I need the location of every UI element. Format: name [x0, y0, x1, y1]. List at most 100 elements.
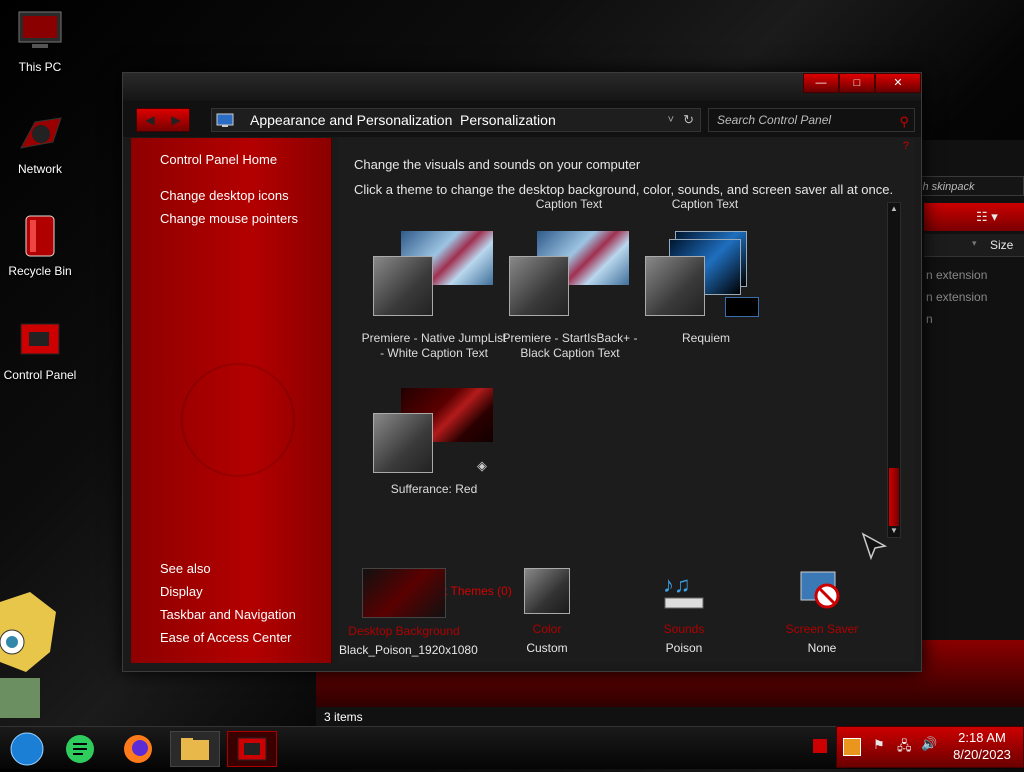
theme-sufferance-red[interactable]: ◈ Sufferance: Red [359, 388, 509, 518]
clock[interactable]: 2:18 AM 8/20/2023 [942, 729, 1022, 763]
sounds-link[interactable]: ♪♫ Sounds Poison [619, 568, 749, 655]
svg-text:♪♫: ♪♫ [663, 572, 691, 597]
sidebar: Control Panel Home Change desktop icons … [131, 138, 332, 663]
sidebar-link-taskbar[interactable]: Taskbar and Navigation [160, 607, 296, 622]
background-row[interactable]: n [926, 312, 933, 326]
breadcrumb-personalization[interactable]: Personalization [460, 109, 556, 131]
see-also-heading: See also [160, 561, 211, 576]
content-pane: ? Change the visuals and sounds on your … [339, 138, 915, 663]
desktop-background-thumb [362, 568, 446, 618]
network-icon[interactable]: 🖧 [897, 737, 912, 759]
theme-label-cut: Caption Text [535, 199, 603, 211]
breadcrumb-appearance[interactable]: Appearance and Personalization [250, 109, 452, 131]
caption-buttons: — □ ✕ [803, 73, 921, 93]
theme-premiere-startisback[interactable]: Premiere - StartIsBack+ - Black Caption … [495, 231, 645, 391]
chat-app-icon[interactable] [55, 731, 105, 767]
view-options-icon[interactable]: ☷ ▾ [976, 209, 998, 225]
recycle-bin-icon [17, 214, 63, 258]
flag-icon[interactable]: ⚑ [873, 737, 885, 753]
sidebar-link-display[interactable]: Display [160, 584, 203, 599]
mouse-cursor-icon [859, 530, 889, 565]
theme-label: Requiem [681, 331, 731, 345]
theme-label: Sufferance: Red [390, 482, 478, 496]
sidebar-link-desktop-icons[interactable]: Change desktop icons [160, 188, 289, 203]
sidebar-link-mouse-pointers[interactable]: Change mouse pointers [160, 211, 298, 226]
close-button[interactable]: ✕ [875, 73, 921, 93]
desktop-character-art [0, 592, 60, 720]
tray-app-icon[interactable] [843, 738, 861, 756]
firefox-icon[interactable] [113, 731, 163, 767]
page-title: Change the visuals and sounds on your co… [354, 157, 641, 172]
theme-color-swatch [373, 256, 433, 316]
search-icon[interactable]: ⚲ [899, 111, 909, 133]
page-subtitle: Click a theme to change the desktop back… [354, 182, 894, 197]
desktop-icon-control-panel[interactable]: Control Panel [2, 318, 78, 382]
search-placeholder: Search Control Panel [717, 113, 832, 127]
theme-label: Premiere - Native JumpList - White Capti… [361, 331, 507, 360]
desktop-icon-this-pc[interactable]: This PC [2, 10, 78, 74]
background-row[interactable]: n extension [926, 268, 987, 282]
themes-scrollbar[interactable]: ▲ ▼ [887, 202, 901, 538]
theme-sound-badge [725, 297, 759, 317]
nav-buttons: ◀ ▶ [136, 108, 190, 132]
computer-icon [17, 10, 63, 54]
clock-date: 8/20/2023 [953, 747, 1011, 762]
navigation-bar: ◀ ▶ Appearance and Personalization Perso… [123, 101, 921, 137]
theme-label: Premiere - StartIsBack+ - Black Caption … [502, 331, 638, 360]
sidebar-watermark [181, 363, 295, 477]
refresh-icon[interactable]: ↻ [683, 109, 694, 131]
color-swatch [524, 568, 570, 614]
minimize-button[interactable]: — [803, 73, 839, 93]
column-size[interactable]: Size [990, 238, 1013, 252]
system-tray: ⚑ 🖧 🔊 2:18 AM 8/20/2023 [836, 726, 1024, 768]
start-button[interactable] [2, 731, 52, 767]
title-bar[interactable]: — □ ✕ [123, 73, 921, 101]
maximize-button[interactable]: □ [839, 73, 875, 93]
scroll-up-icon[interactable]: ▲ [888, 203, 900, 215]
theme-mouse-icon: ◈ [477, 458, 487, 473]
background-toolbar: ☷ ▾ [924, 203, 1024, 231]
background-status-bar: 3 items [316, 707, 1024, 727]
theme-label-cut: Caption Text [671, 199, 739, 211]
clock-time: 2:18 AM [958, 730, 1006, 745]
screen-saver-link[interactable]: Screen Saver None [757, 568, 887, 655]
personalization-window: — □ ✕ ◀ ▶ Appearance and Personalization… [122, 72, 922, 672]
desktop-icon-recycle-bin[interactable]: Recycle Bin [2, 214, 78, 278]
back-button[interactable]: ◀ [137, 109, 163, 131]
desktop-background-value: Black_Poison_1920x1080 [339, 643, 478, 657]
theme-color-swatch [509, 256, 569, 316]
help-icon[interactable]: ? [903, 140, 909, 152]
control-panel-taskbar-icon[interactable] [227, 731, 277, 767]
search-input[interactable]: Search Control Panel ⚲ [708, 108, 915, 132]
theme-color-swatch [373, 413, 433, 473]
network-icon [17, 112, 63, 156]
screen-saver-icon [797, 568, 847, 614]
desktop-background-title: Desktop Background [348, 624, 460, 638]
sounds-icon: ♪♫ [659, 568, 709, 614]
address-bar[interactable]: Appearance and Personalization Personali… [211, 108, 701, 132]
sidebar-link-control-panel-home[interactable]: Control Panel Home [160, 152, 277, 167]
screen-saver-value: None [807, 641, 837, 655]
scrollbar-thumb[interactable] [889, 468, 899, 526]
column-dropdown-icon[interactable]: ▾ [972, 238, 977, 249]
screen-saver-title: Screen Saver [785, 622, 859, 636]
theme-premiere-native[interactable]: Premiere - Native JumpList - White Capti… [359, 231, 509, 391]
background-row[interactable]: n extension [926, 290, 987, 304]
sounds-value: Poison [665, 641, 703, 655]
control-panel-icon [17, 318, 63, 362]
tray-overflow-icon[interactable] [813, 739, 827, 753]
desktop-background-link[interactable]: Desktop Background Black_Poison_1920x108… [339, 568, 478, 657]
sounds-title: Sounds [663, 622, 705, 636]
theme-requiem[interactable]: Requiem [631, 231, 781, 391]
scroll-down-icon[interactable]: ▼ [888, 525, 900, 537]
file-explorer-icon[interactable] [170, 731, 220, 767]
control-panel-icon [216, 112, 234, 127]
desktop-icon-network[interactable]: Network [2, 112, 78, 176]
chevron-down-icon[interactable]: ˅ [668, 109, 674, 131]
background-search-input[interactable]: ch skinpack [912, 176, 1024, 196]
forward-button[interactable]: ▶ [163, 109, 189, 131]
sidebar-link-ease-of-access[interactable]: Ease of Access Center [160, 630, 292, 645]
color-link[interactable]: Color Custom [482, 568, 612, 655]
volume-icon[interactable]: 🔊 [921, 736, 937, 752]
color-value: Custom [526, 641, 568, 655]
